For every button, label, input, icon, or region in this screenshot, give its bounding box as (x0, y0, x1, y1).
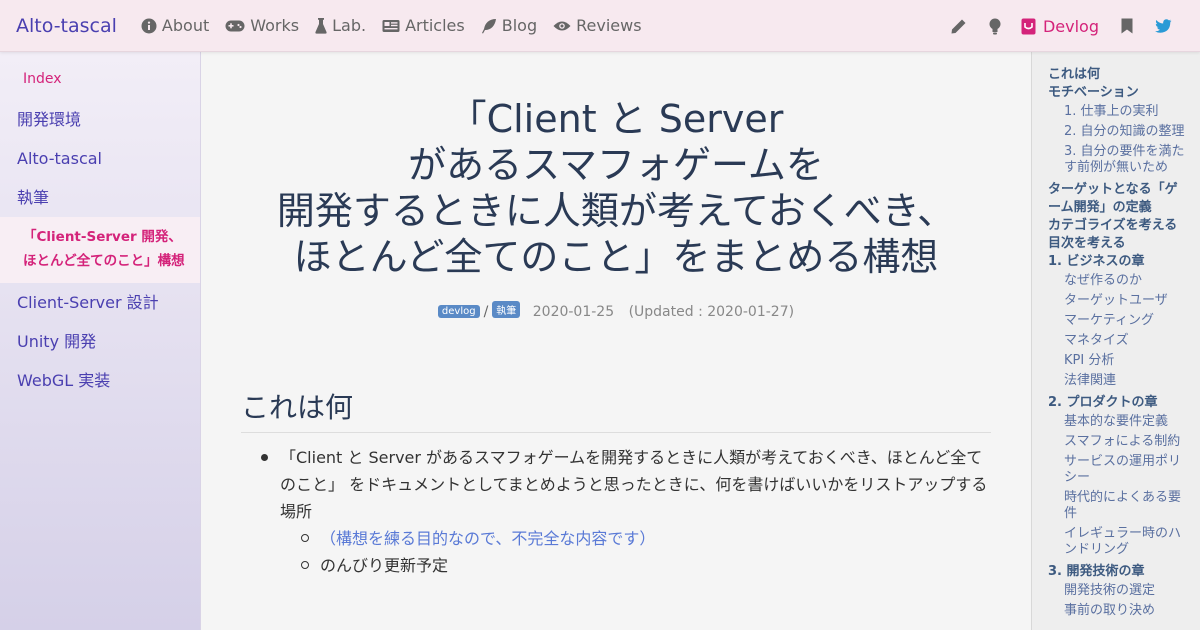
info-icon (141, 18, 157, 33)
tag-devlog[interactable]: devlog (437, 305, 480, 318)
toc-item[interactable]: 目次を考える (1048, 235, 1190, 253)
sidebar-item-alto-tascal[interactable]: Alto-tascal (0, 139, 200, 178)
toc-subitem[interactable]: 事前の取り決め (1048, 603, 1190, 619)
sub-list-item: のんびり更新予定 (261, 552, 996, 579)
sidebar-item-webgl[interactable]: WebGL 実装 (0, 361, 200, 400)
toc-item[interactable]: モチベーション (1048, 84, 1190, 102)
publish-date: 2020-01-25 (532, 304, 615, 320)
article-title: 「Client と Server があるスマフォゲームを 開発するときに人類が考… (201, 96, 1031, 280)
toc-subitem[interactable]: 基本的な要件定義 (1048, 414, 1190, 430)
title-line: ほとんど全てのこと」をまとめる構想 (293, 235, 939, 279)
sidebar-item-dev-environment[interactable]: 開発環境 (0, 100, 200, 139)
toc-subitem[interactable]: 法律関連 (1048, 373, 1190, 389)
toc-item[interactable]: これは何 (1048, 66, 1190, 84)
toc-subitem[interactable]: イレギュラー時のハンドリング (1048, 526, 1190, 558)
nav-lab-label: Lab. (332, 16, 367, 35)
nav-devlog[interactable]: Devlog (1021, 17, 1099, 36)
nav-about-label: About (161, 16, 210, 35)
toc-item[interactable]: ターゲットとなる「ゲーム開発」の定義 (1048, 181, 1190, 217)
nav-works-label: Works (250, 16, 300, 35)
sidebar-item-active-article[interactable]: 「Client-Server 開発、ほとんど全てのこと」構想 (0, 217, 200, 283)
toc-subitem[interactable]: マーケティング (1048, 313, 1190, 329)
toc-subitem[interactable]: スマフォによる制約 (1048, 434, 1190, 450)
toc-subitem[interactable]: 1. 仕事上の実利 (1048, 104, 1190, 120)
toc-item[interactable]: カテゴライズを考える (1048, 217, 1190, 235)
toc-subitem[interactable]: 開発技術の選定 (1048, 583, 1190, 599)
sidebar-item-unity-dev[interactable]: Unity 開発 (0, 322, 200, 361)
bookmark-icon[interactable] (1121, 18, 1133, 34)
nav-blog[interactable]: Blog (481, 16, 537, 35)
toc-subitem[interactable]: 時代的によくある要件 (1048, 490, 1190, 522)
pencil-icon[interactable] (950, 18, 967, 35)
section-heading: これは何 (241, 386, 991, 433)
site-brand-link[interactable]: Alto-tascal (16, 15, 117, 37)
nav-articles[interactable]: Articles (382, 16, 465, 35)
title-line: 「Client と Server (448, 97, 784, 141)
tag-separator: / (483, 304, 489, 320)
lightbulb-icon[interactable] (989, 18, 1001, 35)
title-line: があるスマフォゲームを (408, 143, 824, 187)
nav-devlog-label: Devlog (1042, 16, 1099, 36)
toc-subitem[interactable]: 2. 自分の知識の整理 (1048, 124, 1190, 140)
toc-item[interactable]: 1. ビジネスの章 (1048, 253, 1190, 271)
flask-icon (315, 17, 327, 34)
top-navigation: Alto-tascal About Works Lab. Articles Bl… (0, 0, 1200, 52)
toc-item[interactable]: 3. 開発技術の章 (1048, 563, 1190, 581)
nav-reviews[interactable]: Reviews (553, 16, 642, 35)
main-content: 「Client と Server があるスマフォゲームを 開発するときに人類が考… (201, 52, 1031, 630)
article-meta: devlog / 執筆 2020-01-25 (Updated : 2020-01-… (201, 301, 1031, 320)
feather-icon (481, 18, 496, 33)
gamepad-icon (225, 20, 245, 31)
newspaper-icon (382, 19, 400, 32)
left-sidebar: Index 開発環境 Alto-tascal 執筆 「Client-Server… (0, 52, 201, 630)
eye-icon (553, 21, 571, 30)
devlog-icon (1021, 18, 1036, 34)
nav-right-group: Devlog (928, 0, 1172, 52)
toc-subitem[interactable]: なぜ作るのか (1048, 273, 1190, 289)
toc-item[interactable]: 2. プロダクトの章 (1048, 394, 1190, 412)
table-of-contents: これは何 モチベーション 1. 仕事上の実利 2. 自分の知識の整理 3. 自分… (1031, 52, 1200, 630)
sub-list-item-link[interactable]: （構想を練る目的なので、不完全な内容です） (261, 525, 996, 552)
toc-subitem[interactable]: 3. 自分の要件を満たす前例が無いため (1048, 144, 1190, 176)
toc-subitem[interactable]: ターゲットユーザ (1048, 293, 1190, 309)
twitter-icon[interactable] (1155, 19, 1172, 33)
list-item: 「Client と Server があるスマフォゲームを開発するときに人類が考え… (261, 444, 996, 525)
toc-subitem[interactable]: サービスの運用ポリシー (1048, 454, 1190, 486)
toc-subitem[interactable]: KPI 分析 (1048, 353, 1190, 369)
toc-subitem[interactable]: マネタイズ (1048, 333, 1190, 349)
nav-lab[interactable]: Lab. (315, 16, 366, 35)
sidebar-item-client-server-design[interactable]: Client-Server 設計 (0, 283, 200, 322)
nav-about[interactable]: About (141, 16, 209, 35)
tag-writing[interactable]: 執筆 (492, 301, 521, 318)
nav-blog-label: Blog (501, 16, 538, 35)
nav-articles-label: Articles (405, 16, 465, 35)
sidebar-index-link[interactable]: Index (0, 52, 200, 100)
updated-date: (Updated : 2020-01-27) (628, 304, 795, 320)
nav-works[interactable]: Works (225, 16, 299, 35)
section-body: 「Client と Server があるスマフォゲームを開発するときに人類が考え… (261, 444, 996, 579)
nav-reviews-label: Reviews (576, 16, 642, 35)
title-line: 開発するときに人類が考えておくべき、 (276, 189, 956, 233)
sidebar-item-writing[interactable]: 執筆 (0, 178, 200, 217)
